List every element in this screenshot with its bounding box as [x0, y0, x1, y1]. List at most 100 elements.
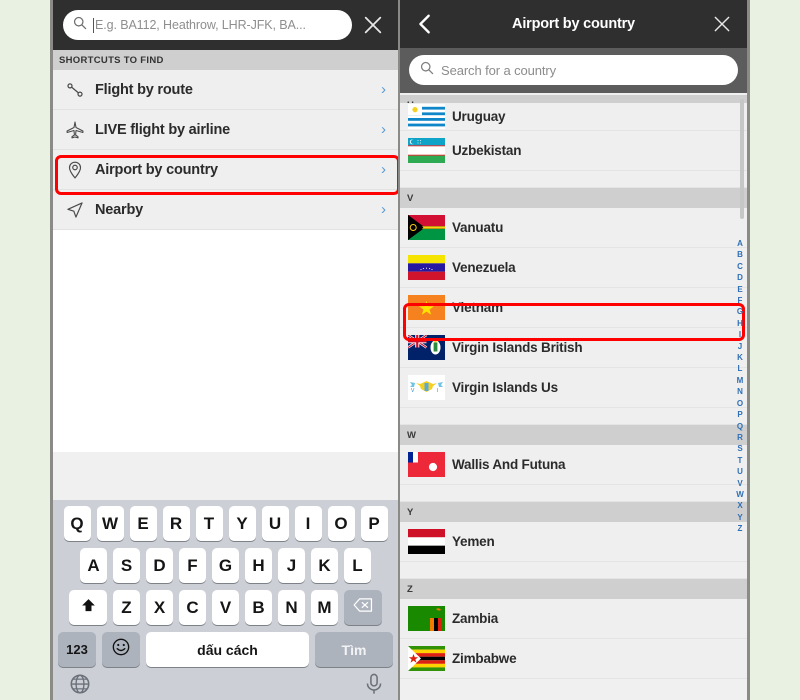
list-item[interactable]: Wallis And Futuna — [400, 445, 747, 485]
flag-cell — [400, 138, 452, 163]
flag-uzbekistan — [407, 138, 445, 163]
globe-icon[interactable] — [69, 673, 91, 700]
key-s[interactable]: S — [113, 548, 140, 583]
sidebar-item-flight-by-route[interactable]: Flight by route › — [53, 70, 398, 110]
index-letter-h[interactable]: H — [737, 318, 743, 329]
sidebar-item-nearby[interactable]: Nearby › — [53, 190, 398, 230]
key-m[interactable]: M — [311, 590, 338, 625]
index-letter-c[interactable]: C — [737, 261, 743, 272]
key-k[interactable]: K — [311, 548, 338, 583]
index-letter-j[interactable]: J — [738, 341, 742, 352]
alphabet-index[interactable]: A B C D E F G H I J K L M N O P Q R S T … — [733, 238, 747, 535]
key-g[interactable]: G — [212, 548, 239, 583]
list-item[interactable]: Venezuela — [400, 248, 747, 288]
index-letter-q[interactable]: Q — [737, 421, 743, 432]
index-letter-k[interactable]: K — [737, 352, 743, 363]
country-search-input[interactable]: Search for a country — [409, 55, 738, 85]
key-a[interactable]: A — [80, 548, 107, 583]
list-item[interactable]: Uruguay — [400, 103, 747, 131]
index-letter-s[interactable]: S — [737, 443, 742, 454]
sidebar-item-label: Flight by route — [95, 81, 193, 98]
index-letter-e[interactable]: E — [737, 284, 742, 295]
key-x[interactable]: X — [146, 590, 173, 625]
shortcuts-section-header: SHORTCUTS TO FIND — [53, 50, 398, 70]
microphone-icon[interactable] — [364, 673, 384, 700]
key-f[interactable]: F — [179, 548, 206, 583]
chevron-left-icon[interactable] — [410, 9, 440, 39]
page-title: Airport by country — [512, 16, 635, 32]
list-item[interactable]: Uzbekistan — [400, 131, 747, 171]
close-icon[interactable] — [356, 8, 390, 42]
index-letter-f[interactable]: F — [738, 295, 743, 306]
list-item[interactable]: Virgin Islands British — [400, 328, 747, 368]
index-letter-x[interactable]: X — [737, 500, 742, 511]
index-letter-r[interactable]: R — [737, 432, 743, 443]
key-u[interactable]: U — [261, 506, 289, 541]
numbers-key[interactable]: 123 — [58, 632, 96, 667]
index-letter-v[interactable]: V — [737, 478, 742, 489]
index-letter-a[interactable]: A — [737, 238, 743, 249]
index-letter-u[interactable]: U — [737, 466, 743, 477]
key-d[interactable]: D — [146, 548, 173, 583]
key-v[interactable]: V — [212, 590, 239, 625]
index-letter-m[interactable]: M — [737, 375, 744, 386]
key-o[interactable]: O — [327, 506, 355, 541]
index-letter-i[interactable]: I — [739, 329, 741, 340]
country-list[interactable]: U Uruguay — [400, 95, 747, 700]
key-c[interactable]: C — [179, 590, 206, 625]
flag-cell — [400, 646, 452, 671]
space-key[interactable]: dấu cách — [146, 632, 309, 667]
index-letter-y[interactable]: Y — [737, 512, 742, 523]
list-item[interactable]: V I Virgin Islands Us — [400, 368, 747, 408]
key-n[interactable]: N — [278, 590, 305, 625]
flag-vanuatu — [407, 215, 445, 240]
sidebar-item-live-flight-by-airline[interactable]: LIVE flight by airline › — [53, 110, 398, 150]
key-h[interactable]: H — [245, 548, 272, 583]
key-q[interactable]: Q — [63, 506, 91, 541]
list-scrollbar[interactable] — [740, 99, 744, 219]
list-item[interactable]: Zimbabwe — [400, 639, 747, 679]
list-item[interactable]: Vanuatu — [400, 208, 747, 248]
virtual-keyboard: Q W E R T Y U I O P A S D F G H J K L Z … — [53, 500, 398, 700]
index-letter-g[interactable]: G — [737, 306, 743, 317]
list-item[interactable]: Vietnam — [400, 288, 747, 328]
key-b[interactable]: B — [245, 590, 272, 625]
flag-cell — [400, 255, 452, 280]
backspace-key[interactable] — [344, 590, 382, 625]
key-z[interactable]: Z — [113, 590, 140, 625]
search-submit-key[interactable]: Tìm — [315, 632, 393, 667]
index-letter-n[interactable]: N — [737, 386, 743, 397]
search-input[interactable]: E.g. BA112, Heathrow, LHR-JFK, BA... — [63, 10, 352, 40]
sidebar-item-label: Nearby — [95, 201, 143, 218]
index-letter-d[interactable]: D — [737, 272, 743, 283]
sidebar-item-label: LIVE flight by airline — [95, 121, 230, 138]
sidebar-item-airport-by-country[interactable]: Airport by country › — [53, 150, 398, 190]
key-w[interactable]: W — [96, 506, 124, 541]
shift-key[interactable] — [69, 590, 107, 625]
index-letter-z[interactable]: Z — [738, 523, 743, 534]
flag-cell — [400, 295, 452, 320]
key-e[interactable]: E — [129, 506, 157, 541]
list-item[interactable]: Zambia — [400, 599, 747, 639]
search-placeholder: E.g. BA112, Heathrow, LHR-JFK, BA... — [95, 18, 306, 32]
country-name: Yemen — [452, 534, 495, 549]
key-p[interactable]: P — [360, 506, 388, 541]
index-letter-t[interactable]: T — [738, 455, 743, 466]
emoji-key[interactable] — [102, 632, 140, 667]
index-letter-b[interactable]: B — [737, 249, 743, 260]
key-j[interactable]: J — [278, 548, 305, 583]
shift-arrow-icon — [80, 597, 97, 619]
close-icon[interactable] — [707, 9, 737, 39]
list-item[interactable]: Yemen — [400, 522, 747, 562]
key-l[interactable]: L — [344, 548, 371, 583]
index-letter-w[interactable]: W — [736, 489, 744, 500]
key-y[interactable]: Y — [228, 506, 256, 541]
country-name: Wallis And Futuna — [452, 457, 566, 472]
key-i[interactable]: I — [294, 506, 322, 541]
index-letter-o[interactable]: O — [737, 398, 743, 409]
index-letter-l[interactable]: L — [738, 363, 743, 374]
index-letter-p[interactable]: P — [737, 409, 742, 420]
key-r[interactable]: R — [162, 506, 190, 541]
country-search-wrap: Search for a country — [400, 48, 747, 93]
key-t[interactable]: T — [195, 506, 223, 541]
